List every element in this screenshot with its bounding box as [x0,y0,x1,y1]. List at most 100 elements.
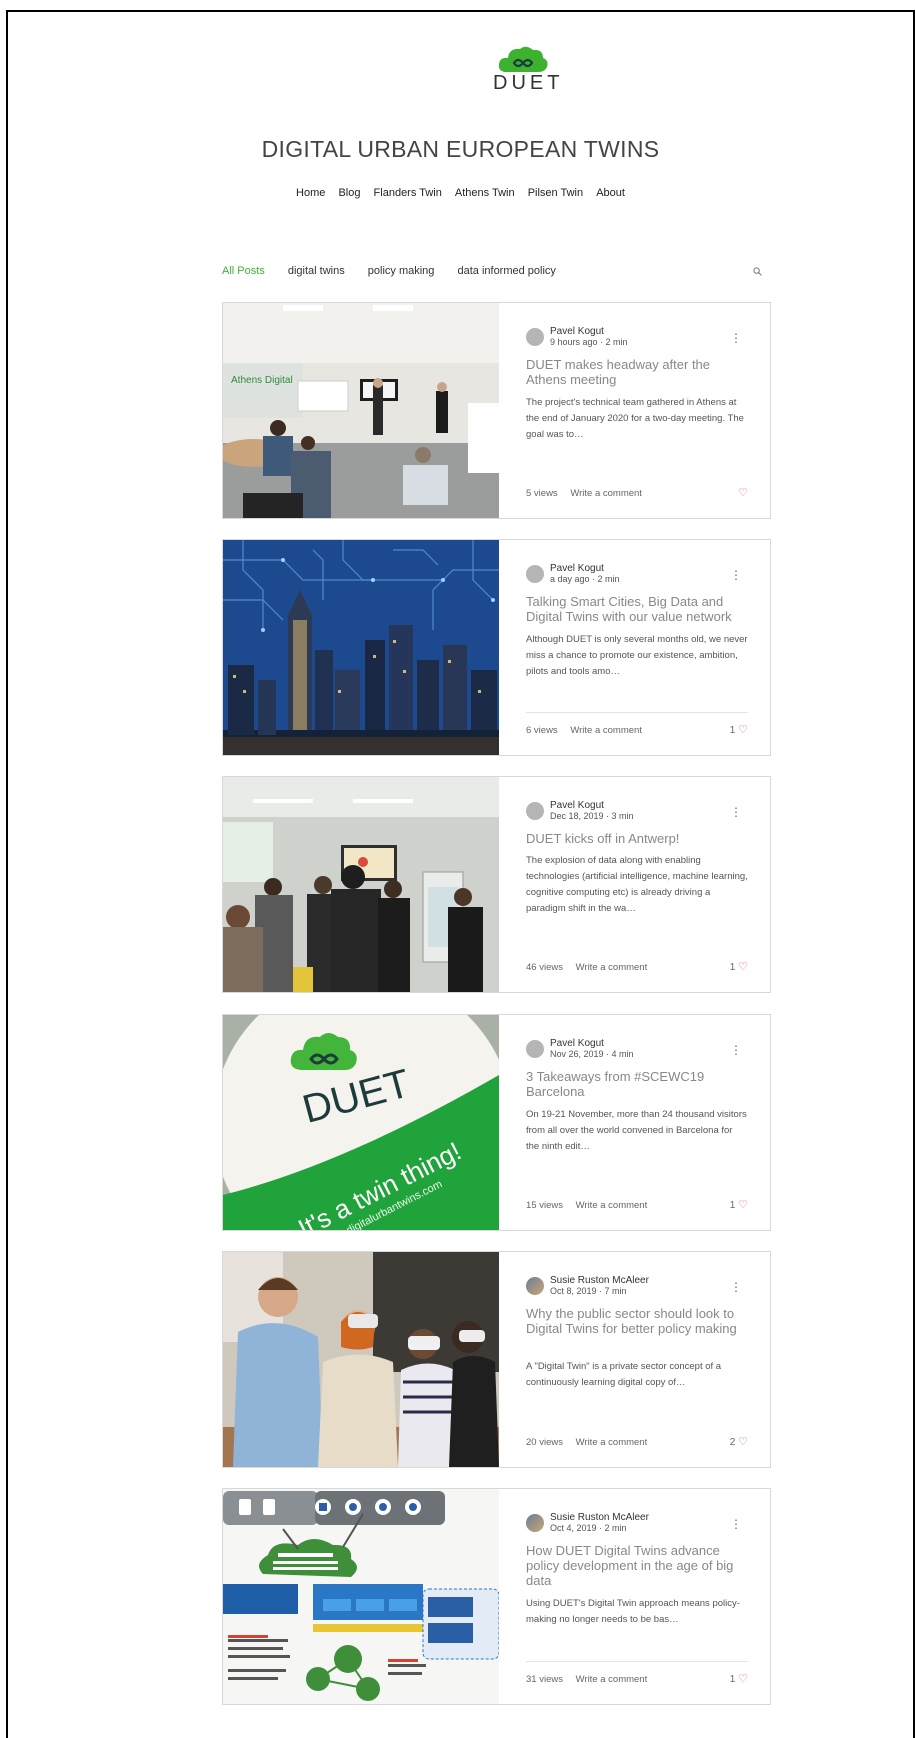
post-image-duet-sticker[interactable]: DUET It's a twin thing! digitalurbantwin… [223,1015,499,1230]
nav-home[interactable]: Home [296,187,325,199]
like-button[interactable]: 1 ♡ [730,723,748,736]
write-comment-link[interactable]: Write a comment [570,488,642,499]
more-options-icon[interactable]: ⋮ [730,1043,742,1057]
post-stats: 15 views Write a comment [526,1200,657,1211]
post-image-meeting-room[interactable]: Athens Digital [223,303,499,518]
category-digital-twins[interactable]: digital twins [288,265,345,277]
post-excerpt[interactable]: Although DUET is only several months old… [526,632,748,680]
category-data-informed-policy[interactable]: data informed policy [457,265,555,277]
avatar[interactable] [526,802,544,820]
divider [526,1661,748,1662]
post-views: 20 views [526,1437,563,1448]
post-image-presentation-crowd[interactable] [223,777,499,992]
post-image-city-skyline[interactable] [223,540,499,755]
post-image-infographic[interactable] [223,1489,499,1704]
post-excerpt[interactable]: A "Digital Twin" is a private sector con… [526,1359,748,1391]
nav-flanders-twin[interactable]: Flanders Twin [374,187,442,199]
like-button[interactable]: 1 ♡ [730,960,748,973]
like-button[interactable]: 1 ♡ [730,1672,748,1685]
more-options-icon[interactable]: ⋮ [730,1280,742,1294]
like-button[interactable]: 2 ♡ [730,1435,748,1448]
post-card[interactable]: Pavel Kogut Dec 18, 2019 · 3 min ⋮ DUET … [222,776,771,993]
post-stats: 5 views Write a comment [526,488,652,499]
post-excerpt[interactable]: The project's technical team gathered in… [526,395,748,443]
like-count: 1 [729,1674,736,1685]
avatar[interactable] [526,565,544,583]
category-all-posts[interactable]: All Posts [222,265,265,277]
heart-icon[interactable]: ♡ [738,1436,748,1448]
category-nav: All Posts digital twins policy making da… [222,265,762,277]
athens-sign: Athens Digital [231,375,293,386]
post-excerpt[interactable]: On 19-21 November, more than 24 thousand… [526,1107,748,1155]
post-stats: 20 views Write a comment [526,1437,657,1448]
divider [526,712,748,713]
heart-icon[interactable]: ♡ [738,1199,748,1211]
post-meta: a day ago · 2 min [550,574,620,584]
heart-icon[interactable]: ♡ [738,487,748,499]
write-comment-link[interactable]: Write a comment [576,1200,648,1211]
post-title[interactable]: Talking Smart Cities, Big Data and Digit… [526,594,748,624]
post-title[interactable]: 3 Takeaways from #SCEWC19 Barcelona [526,1069,748,1099]
search-icon[interactable] [753,267,762,276]
more-options-icon[interactable]: ⋮ [730,568,742,582]
heart-icon[interactable]: ♡ [738,961,748,973]
author-name[interactable]: Susie Ruston McAleer [550,1275,649,1286]
nav-athens-twin[interactable]: Athens Twin [455,187,515,199]
write-comment-link[interactable]: Write a comment [576,1674,648,1685]
site-logo[interactable]: DUET [493,44,564,95]
avatar[interactable] [526,1277,544,1295]
main-nav: Home Blog Flanders Twin Athens Twin Pils… [8,187,913,199]
post-excerpt[interactable]: The explosion of data along with enablin… [526,853,748,917]
avatar[interactable] [526,328,544,346]
post-card[interactable]: Susie Ruston McAleer Oct 8, 2019 · 7 min… [222,1251,771,1468]
write-comment-link[interactable]: Write a comment [570,725,642,736]
like-count: 1 [729,1200,736,1211]
post-views: 46 views [526,962,563,973]
avatar[interactable] [526,1040,544,1058]
post-card[interactable]: Athens Digital Pavel Kogut 9 hours ago ·… [222,302,771,519]
post-title[interactable]: DUET makes headway after the Athens meet… [526,357,748,387]
cloud-infinity-icon [498,46,548,72]
post-image-vr-headsets[interactable] [223,1252,499,1467]
nav-about[interactable]: About [596,187,625,199]
author-name[interactable]: Susie Ruston McAleer [550,1512,649,1523]
like-count: 2 [729,1437,736,1448]
author-name[interactable]: Pavel Kogut [550,563,604,574]
author-name[interactable]: Pavel Kogut [550,326,604,337]
post-meta: Nov 26, 2019 · 4 min [550,1049,634,1059]
like-count: 1 [729,725,736,736]
write-comment-link[interactable]: Write a comment [576,962,648,973]
post-meta: 9 hours ago · 2 min [550,337,628,347]
post-card[interactable]: Pavel Kogut a day ago · 2 min ⋮ Talking … [222,539,771,756]
post-title[interactable]: How DUET Digital Twins advance policy de… [526,1543,748,1588]
more-options-icon[interactable]: ⋮ [730,1517,742,1531]
like-button[interactable]: ♡ [738,486,748,499]
post-card[interactable]: DUET It's a twin thing! digitalurbantwin… [222,1014,771,1231]
post-views: 6 views [526,725,558,736]
heart-icon[interactable]: ♡ [738,1673,748,1685]
post-title[interactable]: DUET kicks off in Antwerp! [526,831,748,846]
heart-icon[interactable]: ♡ [738,724,748,736]
more-options-icon[interactable]: ⋮ [730,331,742,345]
like-count: 1 [729,962,736,973]
author-name[interactable]: Pavel Kogut [550,800,604,811]
nav-blog[interactable]: Blog [338,187,360,199]
post-views: 15 views [526,1200,563,1211]
author-name[interactable]: Pavel Kogut [550,1038,604,1049]
avatar[interactable] [526,1514,544,1532]
post-stats: 6 views Write a comment [526,725,652,736]
more-options-icon[interactable]: ⋮ [730,805,742,819]
post-meta: Dec 18, 2019 · 3 min [550,811,634,821]
post-excerpt[interactable]: Using DUET's Digital Twin approach means… [526,1596,748,1628]
post-views: 31 views [526,1674,563,1685]
like-button[interactable]: 1 ♡ [730,1198,748,1211]
site-title: DIGITAL URBAN EUROPEAN TWINS [261,136,660,162]
post-meta: Oct 8, 2019 · 7 min [550,1286,627,1296]
post-card[interactable]: Susie Ruston McAleer Oct 4, 2019 · 2 min… [222,1488,771,1705]
logo-text: DUET [493,72,564,94]
post-stats: 46 views Write a comment [526,962,657,973]
post-title[interactable]: Why the public sector should look to Dig… [526,1306,748,1336]
nav-pilsen-twin[interactable]: Pilsen Twin [528,187,583,199]
write-comment-link[interactable]: Write a comment [576,1437,648,1448]
category-policy-making[interactable]: policy making [368,265,435,277]
